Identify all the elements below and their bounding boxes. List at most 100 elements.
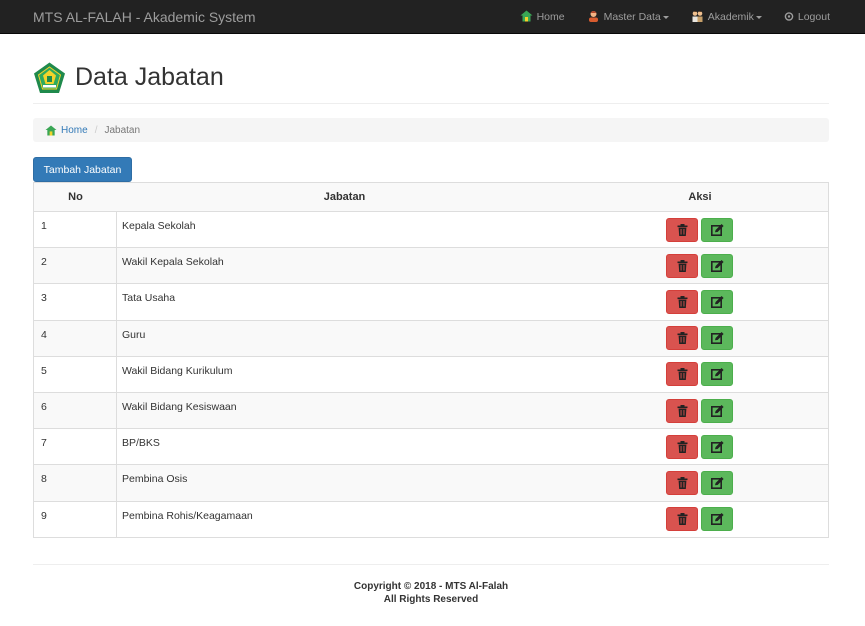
school-logo-icon	[33, 62, 66, 97]
breadcrumb-home-label: Home	[61, 124, 88, 136]
nav-item-label: Master Data	[603, 11, 661, 23]
breadcrumb: Home / Jabatan	[33, 118, 829, 142]
cell-aksi	[572, 321, 828, 356]
jabatan-table: No Jabatan Aksi 1 Kepala Sekolah 2 Wakil Ke…	[33, 182, 829, 538]
nav-item-label: Home	[536, 11, 565, 23]
edit-button[interactable]	[701, 434, 733, 459]
cell-no: 3	[34, 284, 117, 320]
table-row: 4 Guru	[34, 319, 828, 356]
edit-button[interactable]	[701, 470, 733, 495]
edit-button[interactable]	[701, 398, 733, 423]
cell-jabatan: Wakil Kepala Sekolah	[122, 256, 224, 269]
table-header: No Jabatan Aksi	[34, 183, 828, 211]
delete-button[interactable]	[666, 253, 698, 278]
edit-button[interactable]	[701, 326, 733, 351]
delete-button[interactable]	[666, 217, 698, 242]
cell-jabatan: Kepala Sekolah	[122, 220, 196, 232]
trash-icon	[677, 440, 688, 453]
column-header-aksi: Aksi	[688, 191, 712, 203]
delete-button[interactable]	[666, 362, 698, 387]
nav-menu: Home Master Data Akademik Logout	[520, 0, 865, 34]
caret-down-icon	[755, 15, 762, 19]
user-icon	[587, 10, 600, 25]
cell-aksi	[572, 393, 828, 428]
home-icon	[45, 124, 57, 136]
edit-icon	[710, 440, 724, 453]
cell-no: 7	[34, 429, 117, 465]
add-jabatan-button[interactable]: Tambah Jabatan	[33, 157, 132, 182]
table-row: 7 BP/BKS	[34, 428, 828, 465]
table-row: 5 Wakil Bidang Kurikulum	[34, 355, 828, 392]
edit-button[interactable]	[701, 289, 733, 314]
table-row: 1 Kepala Sekolah	[34, 211, 828, 248]
column-header-no: No	[68, 191, 83, 203]
delete-button[interactable]	[666, 326, 698, 351]
cell-jabatan: Pembina Rohis/Keagamaan	[122, 509, 253, 522]
cell-no: 1	[34, 212, 117, 248]
delete-button[interactable]	[666, 507, 698, 532]
trash-icon	[677, 404, 688, 417]
cell-aksi	[572, 212, 828, 247]
footer: Copyright © 2018 - MTS Al-Falah All Righ…	[33, 564, 829, 606]
edit-button[interactable]	[701, 507, 733, 532]
cell-no: 4	[34, 320, 117, 356]
column-header-jabatan: Jabatan	[323, 191, 366, 203]
delete-button[interactable]	[666, 434, 698, 459]
table-row: 8 Pembina Osis	[34, 464, 828, 501]
table-body: 1 Kepala Sekolah 2 Wakil Kepala Sekolah 3 Tat…	[34, 211, 828, 537]
delete-button[interactable]	[666, 398, 698, 423]
nav-item-akademik[interactable]: Akademik	[691, 10, 762, 25]
power-icon	[784, 11, 794, 24]
edit-icon	[710, 332, 724, 345]
table-row: 6 Wakil Bidang Kesiswaan	[34, 391, 828, 429]
edit-icon	[710, 404, 724, 417]
edit-icon	[710, 223, 724, 236]
footer-rights: All Rights Reserved	[383, 594, 479, 605]
cell-jabatan: BP/BKS	[122, 437, 160, 450]
nav-item-label: Logout	[797, 11, 830, 23]
delete-button[interactable]	[666, 289, 698, 314]
table-row: 2 Wakil Kepala Sekolah	[34, 247, 828, 284]
edit-icon	[710, 513, 724, 526]
table-row: 9 Pembina Rohis/Keagamaan	[34, 500, 828, 537]
cell-no: 5	[34, 356, 117, 392]
edit-button[interactable]	[701, 217, 733, 242]
trash-icon	[677, 295, 688, 308]
trash-icon	[677, 332, 688, 345]
cell-aksi	[572, 248, 828, 283]
nav-item-master-data[interactable]: Master Data	[587, 10, 669, 25]
brand[interactable]: MTS AL-FALAH - Akademic System	[33, 9, 256, 25]
trash-icon	[677, 513, 688, 526]
edit-icon	[710, 476, 724, 489]
students-icon	[691, 10, 704, 25]
cell-jabatan: Pembina Osis	[122, 473, 188, 486]
home-icon	[520, 10, 533, 25]
nav-item-home[interactable]: Home	[520, 10, 565, 25]
cell-aksi	[572, 502, 828, 537]
edit-button[interactable]	[701, 362, 733, 387]
nav-item-logout[interactable]: Logout	[784, 11, 830, 24]
trash-icon	[677, 259, 688, 272]
delete-button[interactable]	[666, 470, 698, 495]
page-header: Data Jabatan	[33, 60, 829, 104]
page-title: Data Jabatan	[75, 63, 224, 91]
trash-icon	[677, 223, 688, 236]
cell-jabatan: Wakil Bidang Kesiswaan	[122, 400, 237, 413]
cell-no: 6	[34, 392, 117, 429]
cell-jabatan: Tata Usaha	[122, 292, 176, 305]
trash-icon	[677, 476, 688, 489]
cell-aksi	[572, 429, 828, 464]
cell-jabatan: Wakil Bidang Kurikulum	[122, 364, 233, 377]
breadcrumb-separator: /	[94, 124, 98, 136]
cell-aksi	[572, 284, 828, 319]
breadcrumb-current: Jabatan	[104, 124, 141, 136]
breadcrumb-home[interactable]: Home	[45, 125, 88, 136]
edit-icon	[710, 259, 724, 272]
edit-button[interactable]	[701, 253, 733, 278]
cell-no: 8	[34, 465, 117, 501]
edit-icon	[710, 368, 724, 381]
navbar: MTS AL-FALAH - Akademic System Home Mast…	[0, 0, 865, 34]
cell-jabatan: Guru	[122, 328, 146, 341]
nav-item-label: Akademik	[707, 11, 754, 23]
cell-aksi	[572, 357, 828, 392]
